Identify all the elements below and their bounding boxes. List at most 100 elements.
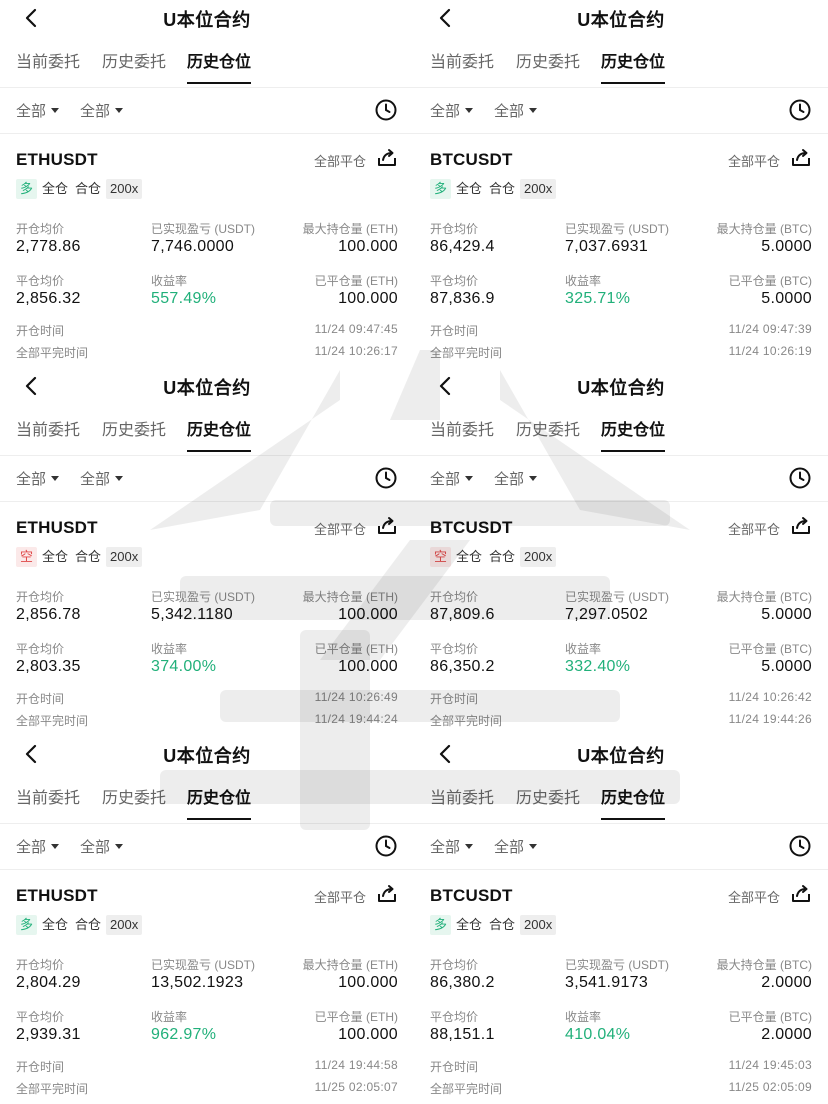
close-price-value: 86,350.2 [430,658,495,675]
filter-dropdown-side[interactable]: 全部 [494,468,538,489]
roi-label: 收益率 [565,274,602,288]
tab-position-history[interactable]: 历史仓位 [601,48,666,84]
filter-dropdown-side[interactable]: 全部 [494,836,538,857]
tab-order-history[interactable]: 历史委托 [102,48,166,82]
tab-current-orders[interactable]: 当前委托 [430,416,494,450]
clock-icon[interactable] [374,834,398,858]
close-all-label[interactable]: 全部平仓 [728,519,780,538]
caret-down-icon [465,476,474,481]
margin-mode-badge: 全仓 [456,181,483,196]
filter-dropdown-symbol[interactable]: 全部 [430,836,474,857]
filter-dropdown-side[interactable]: 全部 [80,836,124,857]
position-mode-badge: 合仓 [75,181,102,196]
filter-dropdown-symbol[interactable]: 全部 [16,100,60,121]
share-icon[interactable] [790,516,812,536]
filter-dropdown-symbol[interactable]: 全部 [16,836,60,857]
position-mode-badge: 合仓 [489,549,516,564]
realized-pnl-label: 已实现盈亏 (USDT) [565,222,669,236]
share-icon[interactable] [376,148,398,168]
clock-icon[interactable] [788,98,812,122]
open-price-value: 2,856.78 [16,606,81,623]
close-all-label[interactable]: 全部平仓 [728,887,780,906]
roi-label: 收益率 [565,642,602,656]
tab-position-history[interactable]: 历史仓位 [187,48,252,84]
realized-pnl-value: 3,541.9173 [565,974,649,991]
closed-qty-label: 已平仓量 (BTC) [728,642,812,656]
caret-down-icon [465,108,474,113]
margin-mode-badge: 全仓 [42,181,69,196]
close-time-label: 全部平完时间 [430,346,503,360]
closed-qty-label: 已平仓量 (ETH) [314,1010,398,1024]
close-price-label: 平仓均价 [430,1010,479,1024]
clock-icon[interactable] [374,466,398,490]
open-price-label: 开仓均价 [16,590,65,604]
clock-icon[interactable] [788,834,812,858]
close-price-label: 平仓均价 [16,642,65,656]
tab-position-history[interactable]: 历史仓位 [187,416,252,452]
closed-qty-label: 已平仓量 (ETH) [314,274,398,288]
tab-current-orders[interactable]: 当前委托 [16,784,80,818]
tab-current-orders[interactable]: 当前委托 [16,48,80,82]
open-price-value: 86,429.4 [430,238,495,255]
close-all-label[interactable]: 全部平仓 [728,151,780,170]
close-price-value: 88,151.1 [430,1026,495,1043]
closed-qty-value: 2.0000 [761,1026,812,1043]
position-history-panel-4: U本位合约 当前委托 历史委托 历史仓位 全部 全部 BTCUSDT 全部平仓 … [414,368,828,736]
realized-pnl-label: 已实现盈亏 (USDT) [151,590,255,604]
filter-divider [414,869,828,870]
tab-order-history[interactable]: 历史委托 [516,48,580,82]
open-time-label: 开仓时间 [16,692,65,706]
max-position-value: 2.0000 [761,974,812,991]
open-time-value: 11/24 09:47:45 [314,322,398,336]
filter-dropdown-symbol[interactable]: 全部 [16,468,60,489]
open-time-label: 开仓时间 [16,1060,65,1074]
filter-dropdown-symbol[interactable]: 全部 [430,100,474,121]
tab-current-orders[interactable]: 当前委托 [430,784,494,818]
clock-icon[interactable] [788,466,812,490]
close-all-label[interactable]: 全部平仓 [314,519,366,538]
position-tags: 多全仓 合仓 200x [430,179,559,201]
close-time-label: 全部平完时间 [16,714,89,728]
close-price-value: 2,856.32 [16,290,81,307]
tab-order-history[interactable]: 历史委托 [516,784,580,818]
open-price-label: 开仓均价 [430,222,479,236]
tab-order-history[interactable]: 历史委托 [102,784,166,818]
page-title: U本位合约 [163,10,251,30]
realized-pnl-value: 7,297.0502 [565,606,649,623]
position-tags: 多全仓 合仓 200x [16,179,145,201]
realized-pnl-value: 7,746.0000 [151,238,235,255]
caret-down-icon [529,476,538,481]
share-icon[interactable] [790,148,812,168]
close-all-label[interactable]: 全部平仓 [314,151,366,170]
tab-position-history[interactable]: 历史仓位 [601,784,666,820]
position-tags: 空全仓 合仓 200x [16,547,145,569]
share-icon[interactable] [790,884,812,904]
tab-position-history[interactable]: 历史仓位 [187,784,252,820]
close-all-label[interactable]: 全部平仓 [314,887,366,906]
share-icon[interactable] [376,516,398,536]
roi-value: 962.97% [151,1026,217,1043]
tab-order-history[interactable]: 历史委托 [516,416,580,450]
close-time-value: 11/24 10:26:17 [314,344,398,358]
filter-dropdown-side[interactable]: 全部 [494,100,538,121]
share-icon[interactable] [376,884,398,904]
clock-icon[interactable] [374,98,398,122]
tab-order-history[interactable]: 历史委托 [102,416,166,450]
filter-dropdown-side[interactable]: 全部 [80,468,124,489]
leverage-badge: 200x [520,915,557,935]
margin-mode-badge: 全仓 [456,549,483,564]
roi-label: 收益率 [565,1010,602,1024]
caret-down-icon [51,108,60,113]
close-price-label: 平仓均价 [430,642,479,656]
tab-divider [414,455,828,456]
max-position-value: 5.0000 [761,238,812,255]
tab-current-orders[interactable]: 当前委托 [430,48,494,82]
tab-position-history[interactable]: 历史仓位 [601,416,666,452]
tab-current-orders[interactable]: 当前委托 [16,416,80,450]
open-time-value: 11/24 19:45:03 [728,1058,812,1072]
close-price-label: 平仓均价 [16,274,65,288]
close-time-label: 全部平完时间 [16,346,89,360]
filter-dropdown-symbol[interactable]: 全部 [430,468,474,489]
filter-dropdown-side[interactable]: 全部 [80,100,124,121]
filter-label: 全部 [16,839,47,856]
